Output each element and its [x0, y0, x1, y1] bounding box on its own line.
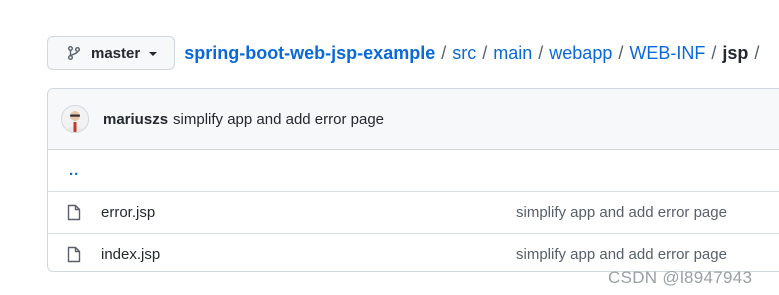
file-icon — [67, 246, 81, 263]
breadcrumb-repo-link[interactable]: spring-boot-web-jsp-example — [184, 43, 435, 64]
breadcrumb-separator: / — [482, 42, 488, 63]
commit-message-link[interactable]: simplify app and add error page — [173, 111, 384, 128]
breadcrumb-link-webapp[interactable]: webapp — [549, 43, 612, 64]
breadcrumb-separator: / — [618, 42, 624, 63]
table-row[interactable]: error.jsp simplify app and add error pag… — [48, 192, 779, 234]
breadcrumb-separator: / — [711, 42, 717, 63]
branch-name: master — [91, 44, 141, 62]
commit-author-link[interactable]: mariuszs — [103, 111, 168, 128]
file-name-link[interactable]: error.jsp — [101, 204, 155, 221]
breadcrumb-link-main[interactable]: main — [493, 43, 532, 64]
avatar[interactable] — [61, 105, 89, 133]
breadcrumb-link-src[interactable]: src — [452, 43, 476, 64]
parent-directory-link[interactable]: .. — [69, 162, 79, 179]
file-commit-message-link[interactable]: simplify app and add error page — [516, 246, 727, 263]
chevron-down-icon — [149, 52, 158, 56]
breadcrumb: spring-boot-web-jsp-example / src / main… — [184, 43, 765, 64]
breadcrumb-separator: / — [538, 42, 544, 63]
git-branch-icon — [66, 45, 82, 61]
breadcrumb-separator: / — [754, 42, 760, 63]
file-list-box: mariuszs simplify app and add error page… — [47, 88, 779, 272]
file-commit-message-link[interactable]: simplify app and add error page — [516, 204, 727, 221]
csdn-watermark: CSDN @l8947943 — [608, 268, 753, 287]
repo-navigation-bar: master spring-boot-web-jsp-example / src… — [47, 35, 765, 71]
branch-selector-button[interactable]: master — [47, 36, 176, 70]
latest-commit-bar: mariuszs simplify app and add error page — [48, 89, 779, 150]
file-name-link[interactable]: index.jsp — [101, 246, 160, 263]
file-icon — [67, 204, 81, 221]
parent-directory-row[interactable]: .. — [48, 150, 779, 192]
repo-file-browser-page: master spring-boot-web-jsp-example / src… — [0, 0, 779, 295]
breadcrumb-link-web-inf[interactable]: WEB-INF — [629, 43, 705, 64]
breadcrumb-separator: / — [441, 42, 447, 63]
breadcrumb-current-dir: jsp — [722, 42, 749, 63]
